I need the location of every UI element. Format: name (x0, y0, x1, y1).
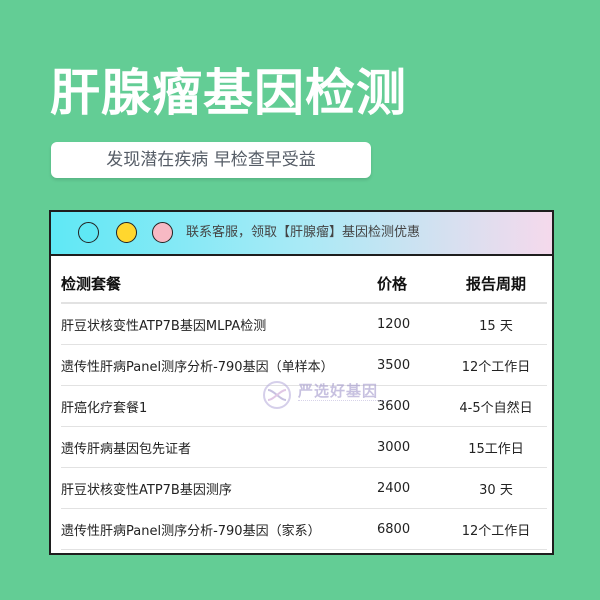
window-title-bar: 联系客服，领取【肝腺瘤】基因检测优惠 (51, 212, 552, 256)
package-window: 联系客服，领取【肝腺瘤】基因检测优惠 检测套餐 价格 报告周期 肝豆状核变性AT… (49, 210, 554, 555)
row-name: 肝豆状核变性ATP7B基因MLPA检测 (61, 318, 267, 334)
row-price: 2400 (377, 480, 411, 496)
row-name: 遗传肝病基因包先证者 (61, 441, 192, 457)
row-cycle: 4-5个自然日 (459, 400, 533, 416)
row-name: 遗传性肝病Panel测序分析-790基因（单样本） (61, 359, 334, 375)
row-cycle: 12个工作日 (461, 523, 531, 539)
header-name: 检测套餐 (61, 274, 122, 293)
table-row: 肝豆状核变性ATP7B基因测序 2400 30 天 (61, 468, 547, 509)
row-price: 3500 (377, 357, 411, 373)
promo-text: 联系客服，领取【肝腺瘤】基因检测优惠 (186, 225, 421, 240)
row-name: 肝癌化疗套餐1 (61, 400, 148, 416)
subtitle-text: 发现潜在疾病 早检查早受益 (106, 150, 316, 170)
subtitle-banner: 发现潜在疾病 早检查早受益 (51, 142, 371, 178)
table-row: 肝癌化疗套餐1 3600 4-5个自然日 (61, 386, 547, 427)
row-cycle: 15 天 (479, 318, 513, 334)
row-cycle: 30 天 (479, 482, 513, 498)
window-dot-pink (152, 222, 173, 243)
table-row: 遗传性肝病Panel测序分析-790基因（单样本） 3500 12个工作日 (61, 345, 547, 386)
row-price: 6800 (377, 521, 411, 537)
row-name: 遗传性肝病Panel测序分析-790基因（家系） (61, 523, 321, 539)
package-table: 检测套餐 价格 报告周期 肝豆状核变性ATP7B基因MLPA检测 1200 15… (61, 264, 547, 550)
row-price: 1200 (377, 316, 411, 332)
table-row: 遗传性肝病Panel测序分析-790基因（家系） 6800 12个工作日 (61, 509, 547, 550)
row-name: 肝豆状核变性ATP7B基因测序 (61, 482, 232, 498)
window-dot-yellow (116, 222, 137, 243)
row-cycle: 12个工作日 (461, 359, 531, 375)
header-cycle: 报告周期 (465, 274, 526, 293)
table-header-row: 检测套餐 价格 报告周期 (61, 264, 547, 304)
row-price: 3000 (377, 439, 411, 455)
table-row: 肝豆状核变性ATP7B基因MLPA检测 1200 15 天 (61, 304, 547, 345)
row-price: 3600 (377, 398, 411, 414)
page-title: 肝腺瘤基因检测 (50, 64, 407, 122)
window-dot-cyan (78, 222, 99, 243)
table-row: 遗传肝病基因包先证者 3000 15工作日 (61, 427, 547, 468)
row-cycle: 15工作日 (468, 441, 524, 457)
header-price: 价格 (377, 274, 408, 293)
